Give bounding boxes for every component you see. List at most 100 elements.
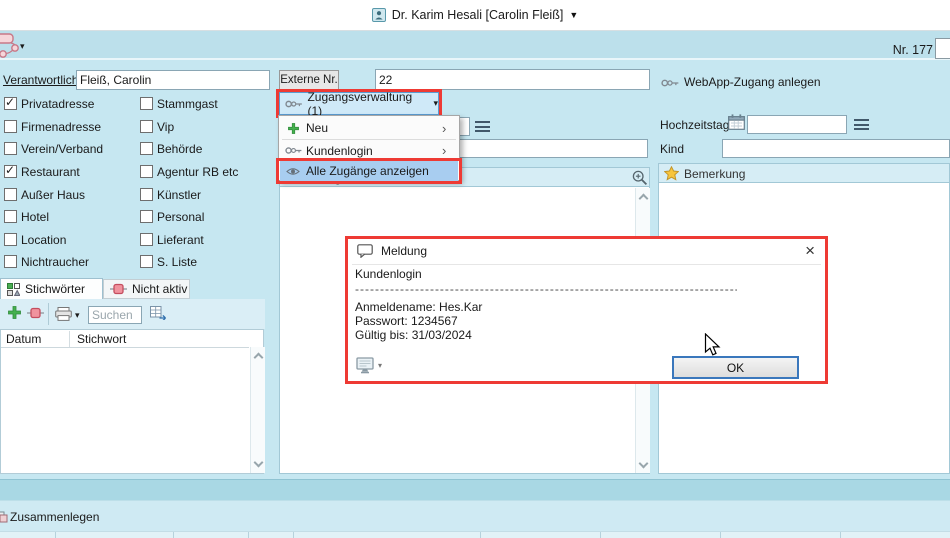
add-icon xyxy=(288,123,299,134)
menu-item-neu[interactable]: Neu › xyxy=(280,117,458,139)
record-number: Nr. 177 xyxy=(860,43,933,57)
zugangsverwaltung-menu: Neu › Kundenlogin › Alle Zugänge anzeige… xyxy=(278,115,460,181)
close-icon[interactable]: × xyxy=(805,241,815,261)
bemerkung-label: Bemerkung xyxy=(684,167,745,181)
inactive-icon xyxy=(110,283,127,295)
checkbox-label: S. Liste xyxy=(157,255,197,269)
record-title-dropdown[interactable]: Dr. Karim Hesali [Carolin Fleiß] ▼ xyxy=(372,8,579,22)
dialog-text-kundenlogin: Kundenlogin xyxy=(355,267,422,281)
responsible-input[interactable] xyxy=(76,70,270,90)
header-divider xyxy=(1,347,249,348)
contact-card-icon xyxy=(372,8,386,22)
externe-nr-input[interactable] xyxy=(375,69,650,90)
menu-item-alle-zugaenge[interactable]: Alle Zugänge anzeigen xyxy=(280,161,458,181)
checkbox-label: Personal xyxy=(157,210,204,224)
checkbox-label: Firmenadresse xyxy=(21,120,101,134)
button-label: Zugangsverwaltung (1) xyxy=(307,90,426,118)
keywords-scrollbar[interactable] xyxy=(250,347,265,473)
kind-input[interactable] xyxy=(722,139,950,158)
responsible-link[interactable]: Verantwortlich xyxy=(3,73,78,87)
main-toolbar xyxy=(0,31,950,60)
zoom-magnifier-icon[interactable] xyxy=(632,170,648,186)
add-icon[interactable] xyxy=(8,306,21,319)
checkbox-label: Vip xyxy=(157,120,174,134)
checkbox-label: Nichtraucher xyxy=(21,255,89,269)
key-icon xyxy=(661,78,679,88)
checkbox-personal[interactable] xyxy=(140,210,153,223)
dialog-text-gueltig-bis: Gültig bis: 31/03/2024 xyxy=(355,328,472,342)
checkbox-behoerde[interactable] xyxy=(140,142,153,155)
search-input[interactable] xyxy=(88,306,142,324)
tab-label: Stichwörter xyxy=(25,282,85,296)
export-table-icon[interactable] xyxy=(150,306,167,320)
column-separator xyxy=(840,532,841,538)
menu-item-label: Kundenlogin xyxy=(306,144,442,158)
bemerkung-header: Bemerkung xyxy=(658,163,950,183)
column-separator xyxy=(720,532,721,538)
menu-lines-icon[interactable] xyxy=(475,121,490,132)
checkbox-label: Verein/Verband xyxy=(21,142,103,156)
column-separator xyxy=(55,532,56,538)
dialog-title: Meldung xyxy=(381,244,427,258)
scroll-down-icon[interactable] xyxy=(638,460,647,469)
statusbar: Zusammenlegen xyxy=(0,500,950,531)
externe-nr-button[interactable]: Externe Nr. xyxy=(279,70,339,90)
scroll-down-icon[interactable] xyxy=(253,459,262,468)
checkbox-location[interactable] xyxy=(4,233,17,246)
checkbox-kuenstler[interactable] xyxy=(140,188,153,201)
checkbox-hotel[interactable] xyxy=(4,210,17,223)
submenu-arrow-icon: › xyxy=(442,143,458,158)
zugangsverwaltung-button[interactable]: Zugangsverwaltung (1) ▾ xyxy=(279,92,439,115)
checkbox-restaurant[interactable] xyxy=(4,165,17,178)
scroll-up-icon[interactable] xyxy=(253,351,262,360)
hochzeitstag-input[interactable] xyxy=(747,115,847,134)
column-separator xyxy=(480,532,481,538)
checkbox-stammgast[interactable] xyxy=(140,97,153,110)
corner-button[interactable] xyxy=(935,38,950,59)
checkbox-label: Lieferant xyxy=(157,233,204,247)
checkbox-vip[interactable] xyxy=(140,120,153,133)
column-header-stichwort[interactable]: Stichwort xyxy=(77,332,126,346)
webapp-zugang-label: WebApp-Zugang anlegen xyxy=(684,75,821,89)
checkbox-verein-verband[interactable] xyxy=(4,142,17,155)
chevron-down-icon: ▼ xyxy=(569,10,578,20)
deactivate-icon[interactable] xyxy=(27,307,44,319)
checkbox-label: Künstler xyxy=(157,188,201,202)
column-header-datum[interactable]: Datum xyxy=(6,332,41,346)
annotation-box-zugangsverwaltung: Zugangsverwaltung (1) ▾ xyxy=(276,89,442,118)
printer-icon xyxy=(55,307,72,321)
checkbox-label: Privatadresse xyxy=(21,97,94,111)
menu-item-label: Alle Zugänge anzeigen xyxy=(306,164,458,178)
app-window: Dr. Karim Hesali [Carolin Fleiß] ▼ ▾ Nr.… xyxy=(0,0,950,538)
tab-stichwoerter[interactable]: Stichwörter xyxy=(0,278,103,299)
menu-item-kundenlogin[interactable]: Kundenlogin › xyxy=(280,140,458,161)
submenu-arrow-icon: › xyxy=(442,121,458,136)
checkbox-firmenadresse[interactable] xyxy=(4,120,17,133)
zusammenlegen-label[interactable]: Zusammenlegen xyxy=(10,510,99,524)
checkbox-label: Location xyxy=(21,233,66,247)
menu-lines-icon[interactable] xyxy=(854,119,869,130)
checkbox-agentur[interactable] xyxy=(140,165,153,178)
tab-nicht-aktiv[interactable]: Nicht aktiv xyxy=(103,279,190,299)
key-icon xyxy=(285,99,302,109)
message-bubble-icon xyxy=(357,244,373,258)
titlebar: Dr. Karim Hesali [Carolin Fleiß] ▼ xyxy=(0,0,950,31)
bottom-table-row xyxy=(0,531,950,538)
checkbox-ausser-haus[interactable] xyxy=(4,188,17,201)
column-separator xyxy=(248,532,249,538)
column-separator[interactable] xyxy=(69,331,70,347)
toolbar-separator xyxy=(48,303,49,325)
checkbox-privatadresse[interactable] xyxy=(4,97,17,110)
checkbox-nichtraucher[interactable] xyxy=(4,255,17,268)
dialog-text-passwort: Passwort: 1234567 xyxy=(355,314,458,328)
checkbox-lieferant[interactable] xyxy=(140,233,153,246)
scroll-up-icon[interactable] xyxy=(638,192,647,201)
calendar-icon[interactable] xyxy=(728,114,745,130)
checkbox-label: Agentur RB etc xyxy=(157,165,238,179)
checkbox-s-liste[interactable] xyxy=(140,255,153,268)
ok-button[interactable]: OK xyxy=(672,356,799,379)
checkbox-label: Hotel xyxy=(21,210,49,224)
keywords-icon xyxy=(7,283,20,296)
chevron-down-icon: ▾ xyxy=(20,41,25,52)
column-separator xyxy=(600,532,601,538)
